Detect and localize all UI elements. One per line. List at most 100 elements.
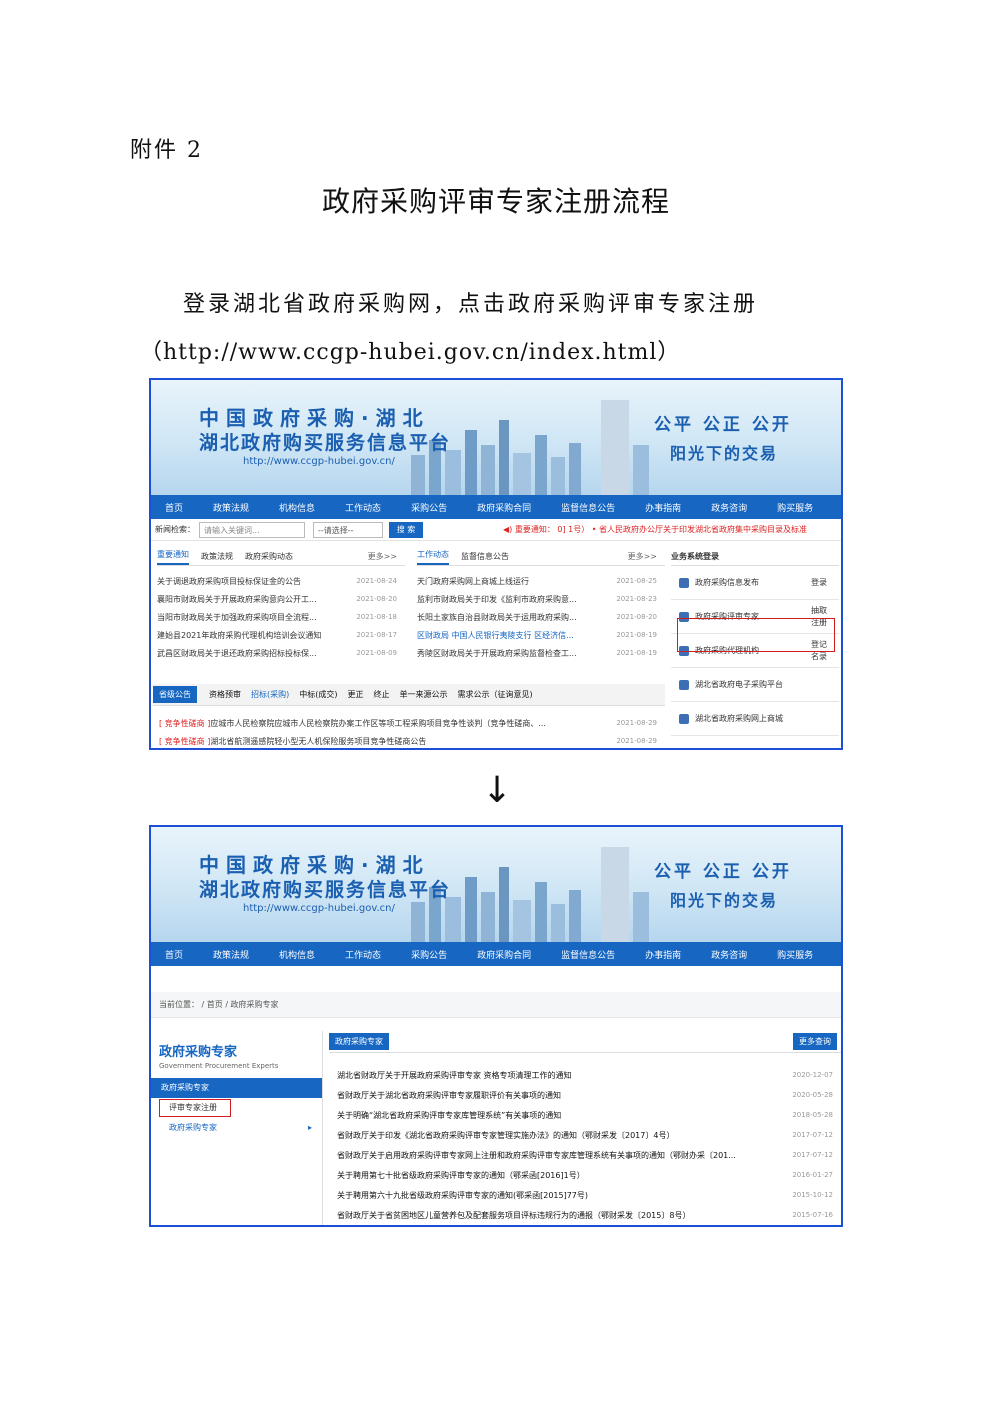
main-nav: 首页 政策法规 机构信息 工作动态 采购公告 政府采购合同 监督信息公告 办事指… [151, 942, 841, 966]
list-item[interactable]: 区财政局 中国人民银行夷陵支行 区经济信... 2021-08-19 [417, 626, 665, 644]
list-item[interactable]: 省财政厅关于启用政府采购评审专家网上注册和政府采购评审专家库管理系统有关事项的通… [329, 1145, 841, 1165]
tab-work-news[interactable]: 工作动态 [417, 549, 449, 565]
list-item[interactable]: 武昌区财政局关于退还政府采购招标投标保... 2021-08-09 [157, 644, 405, 662]
tab-demand-publicity[interactable]: 需求公示（征询意见) [458, 689, 533, 700]
more-query-button[interactable]: 更多查询 [793, 1033, 837, 1050]
sidebar-title: 政府采购专家 [159, 1045, 238, 1060]
nav-item[interactable]: 机构信息 [279, 948, 315, 961]
list-icon [679, 713, 689, 724]
category-select[interactable]: --请选择-- [313, 521, 383, 538]
nav-item[interactable]: 政府采购合同 [477, 948, 531, 961]
document-title: 政府采购评审专家注册流程 [321, 185, 670, 218]
list-item[interactable]: 关于调退政府采购项目投标保证金的公告 2021-08-24 [157, 572, 405, 590]
attachment-label: 附件 2 [130, 138, 203, 163]
list-item[interactable]: 长阳土家族自治县财政局关于运用政府采购... 2021-08-20 [417, 608, 665, 626]
banner-subtitle: 湖北政府购买服务信息平台 [199, 879, 452, 901]
more-link[interactable]: 更多>> [368, 551, 397, 562]
nav-item[interactable]: 首页 [165, 501, 183, 514]
list-item[interactable]: 襄阳市财政局关于开展政府采购意向公开工... 2021-08-20 [157, 590, 405, 608]
nav-item[interactable]: 监督信息公告 [561, 948, 615, 961]
banner-slogan-2: 阳光下的交易 [670, 444, 779, 463]
nav-item[interactable]: 采购公告 [411, 501, 447, 514]
expert-page-screenshot: 中国政府采购·湖北 湖北政府购买服务信息平台 http://www.ccgp-h… [149, 825, 843, 1227]
announcement-tabs: 省级公告 资格预审 招标(采购) 中标(成交) 更正 终止 单一来源公示 需求公… [153, 684, 665, 706]
tab-important-notice[interactable]: 重要通知 [157, 549, 189, 565]
tab-supervision[interactable]: 监督信息公告 [461, 551, 509, 562]
homepage-screenshot: 中国政府采购·湖北 湖北政府购买服务信息平台 http://www.ccgp-h… [149, 378, 843, 750]
work-news-panel: 工作动态 监督信息公告 更多>> 天门政府采购网上商城上线运行 2021-08-2… [417, 548, 665, 662]
tab-policy[interactable]: 政策法规 [201, 551, 233, 562]
nav-item[interactable]: 政策法规 [213, 948, 249, 961]
list-item[interactable]: 湖北省财政厅关于开展政府采购评审专家 资格专项清理工作的通知 2020-12-07 [329, 1065, 841, 1085]
list-item[interactable]: 当阳市财政局关于加强政府采购项目全流程... 2021-08-18 [157, 608, 405, 626]
nav-item[interactable]: 政策法规 [213, 501, 249, 514]
search-button[interactable]: 搜 索 [389, 521, 423, 538]
nav-item[interactable]: 监督信息公告 [561, 501, 615, 514]
search-bar: 新闻检索： 请输入关键词... --请选择-- 搜 索 ◀) 重要通知： 0] … [151, 519, 841, 541]
list-item[interactable]: 天门政府采购网上商城上线运行 2021-08-25 [417, 572, 665, 590]
breadcrumb: 当前位置： / 首页 / 政府采购专家 [151, 992, 841, 1018]
nav-item[interactable]: 首页 [165, 948, 183, 961]
main-nav: 首页 政策法规 机构信息 工作动态 采购公告 政府采购合同 监督信息公告 办事指… [151, 495, 841, 519]
banner-slogan: 公平 公正 公开 [654, 862, 792, 882]
tab-provincial-announcement[interactable]: 省级公告 [153, 686, 197, 703]
highlight-box [677, 618, 835, 652]
nav-item[interactable]: 办事指南 [645, 501, 681, 514]
tab-termination[interactable]: 终止 [374, 689, 390, 700]
more-link[interactable]: 更多>> [628, 551, 657, 562]
nav-item[interactable]: 采购公告 [411, 948, 447, 961]
nav-item[interactable]: 购买服务 [777, 501, 813, 514]
login-link[interactable]: 登录 [811, 577, 827, 589]
banner-slogan: 公平 公正 公开 [654, 415, 792, 435]
nav-item[interactable]: 机构信息 [279, 501, 315, 514]
nav-item[interactable]: 工作动态 [345, 948, 381, 961]
list-item[interactable]: 省财政厅关于省贫困地区儿童营养包及配套服务项目评标违规行为的通报（鄂财采发〔20… [329, 1205, 841, 1225]
tab-winning-bid[interactable]: 中标(成交) [299, 689, 337, 700]
site-banner: 中国政府采购·湖北 湖北政府购买服务信息平台 http://www.ccgp-h… [151, 380, 841, 495]
notice-panel: 重要通知 政策法规 政府采购动态 更多>> 关于调退政府采购项目投标保证金的公告… [157, 548, 405, 662]
list-item[interactable]: 关于聘用第七十批省级政府采购评审专家的通知（鄂采函[2016]1号） 2016-0… [329, 1165, 841, 1185]
sidebar-section-header[interactable]: 政府采购专家 [151, 1078, 322, 1098]
login-item-info-publish[interactable]: 政府采购信息发布 登录 [671, 566, 839, 600]
tab-procurement-news[interactable]: 政府采购动态 [245, 551, 293, 562]
nav-item[interactable]: 政务咨询 [711, 948, 747, 961]
nav-item[interactable]: 工作动态 [345, 501, 381, 514]
list-item[interactable]: 关于聘用第六十九批省级政府采购评审专家的通知(鄂采函[2015]77号) 2015… [329, 1185, 841, 1205]
list-item[interactable]: 关于明确“湖北省政府采购评审专家库管理系统”有关事项的通知 2018-05-28 [329, 1105, 841, 1125]
login-box-title: 业务系统登录 [671, 548, 839, 566]
instruction-line-1: 登录湖北省政府采购网，点击政府采购评审专家注册 [183, 292, 759, 317]
nav-item[interactable]: 政务咨询 [711, 501, 747, 514]
list-item[interactable]: 省财政厅关于印发《湖北省政府采购评审专家管理实施办法》的通知（鄂财采发〔2017… [329, 1125, 841, 1145]
main-content: 政府采购专家 更多查询 湖北省财政厅关于开展政府采购评审专家 资格专项清理工作的… [329, 1031, 841, 1225]
tab-correction[interactable]: 更正 [348, 689, 364, 700]
login-item-online-mall[interactable]: 湖北省政府采购网上商城 [671, 702, 839, 736]
down-arrow-icon: ↓ [482, 770, 513, 811]
nav-item[interactable]: 办事指南 [645, 948, 681, 961]
announcement-list: [ 竞争性磋商 ]应城市人民检察院应城市人民检察院办案工作区等项工程采购项目竞争… [159, 714, 665, 748]
search-label: 新闻检索： [155, 525, 195, 534]
notice-ticker[interactable]: ◀) 重要通知： 0] 1号） • 省人民政府办公厅关于印发湖北省政府集中采购目… [503, 524, 807, 535]
list-item[interactable]: [ 竞争性磋商 ]湖北省航测遥感院轻小型无人机保险服务项目竞争性磋商公告 2021… [159, 732, 665, 748]
tab-single-source[interactable]: 单一来源公示 [400, 689, 448, 700]
list-item[interactable]: 建始县2021年政府采购代理机构培训会议通知 2021-08-17 [157, 626, 405, 644]
list-item[interactable]: [ 竞争性磋商 ]应城市人民检察院应城市人民检察院办案工作区等项工程采购项目竞争… [159, 714, 665, 732]
login-item-e-procurement[interactable]: 湖北省政府电子采购平台 [671, 668, 839, 702]
nav-item[interactable]: 购买服务 [777, 948, 813, 961]
nav-item[interactable]: 政府采购合同 [477, 501, 531, 514]
list-item[interactable]: 监利市财政局关于印发《监利市政府采购意... 2021-08-23 [417, 590, 665, 608]
list-item[interactable]: 秀陵区财政局关于开展政府采购监督检查工... 2021-08-19 [417, 644, 665, 662]
search-input[interactable]: 请输入关键词... [199, 521, 305, 538]
banner-title: 中国政府采购·湖北 [199, 853, 430, 877]
highlight-box [159, 1099, 231, 1117]
tab-prequalification[interactable]: 资格预审 [209, 689, 241, 700]
left-sidebar: 政府采购专家 Government Procurement Experts 政府… [151, 1031, 323, 1225]
list-item[interactable]: 省财政厅关于湖北省政府采购评审专家履职评价有关事项的通知 2020-05-28 [329, 1085, 841, 1105]
sidebar-subtitle: Government Procurement Experts [159, 1062, 279, 1070]
site-banner: 中国政府采购·湖北 湖北政府购买服务信息平台 http://www.ccgp-h… [151, 827, 841, 942]
chevron-right-icon: ▸ [307, 1123, 312, 1132]
banner-subtitle: 湖北政府购买服务信息平台 [199, 432, 452, 454]
sidebar-item-experts[interactable]: 政府采购专家 ▸ [151, 1118, 322, 1138]
tab-bidding[interactable]: 招标(采购) [251, 689, 289, 700]
banner-title: 中国政府采购·湖北 [199, 406, 430, 430]
banner-url: http://www.ccgp-hubei.gov.cn/ [243, 456, 395, 467]
